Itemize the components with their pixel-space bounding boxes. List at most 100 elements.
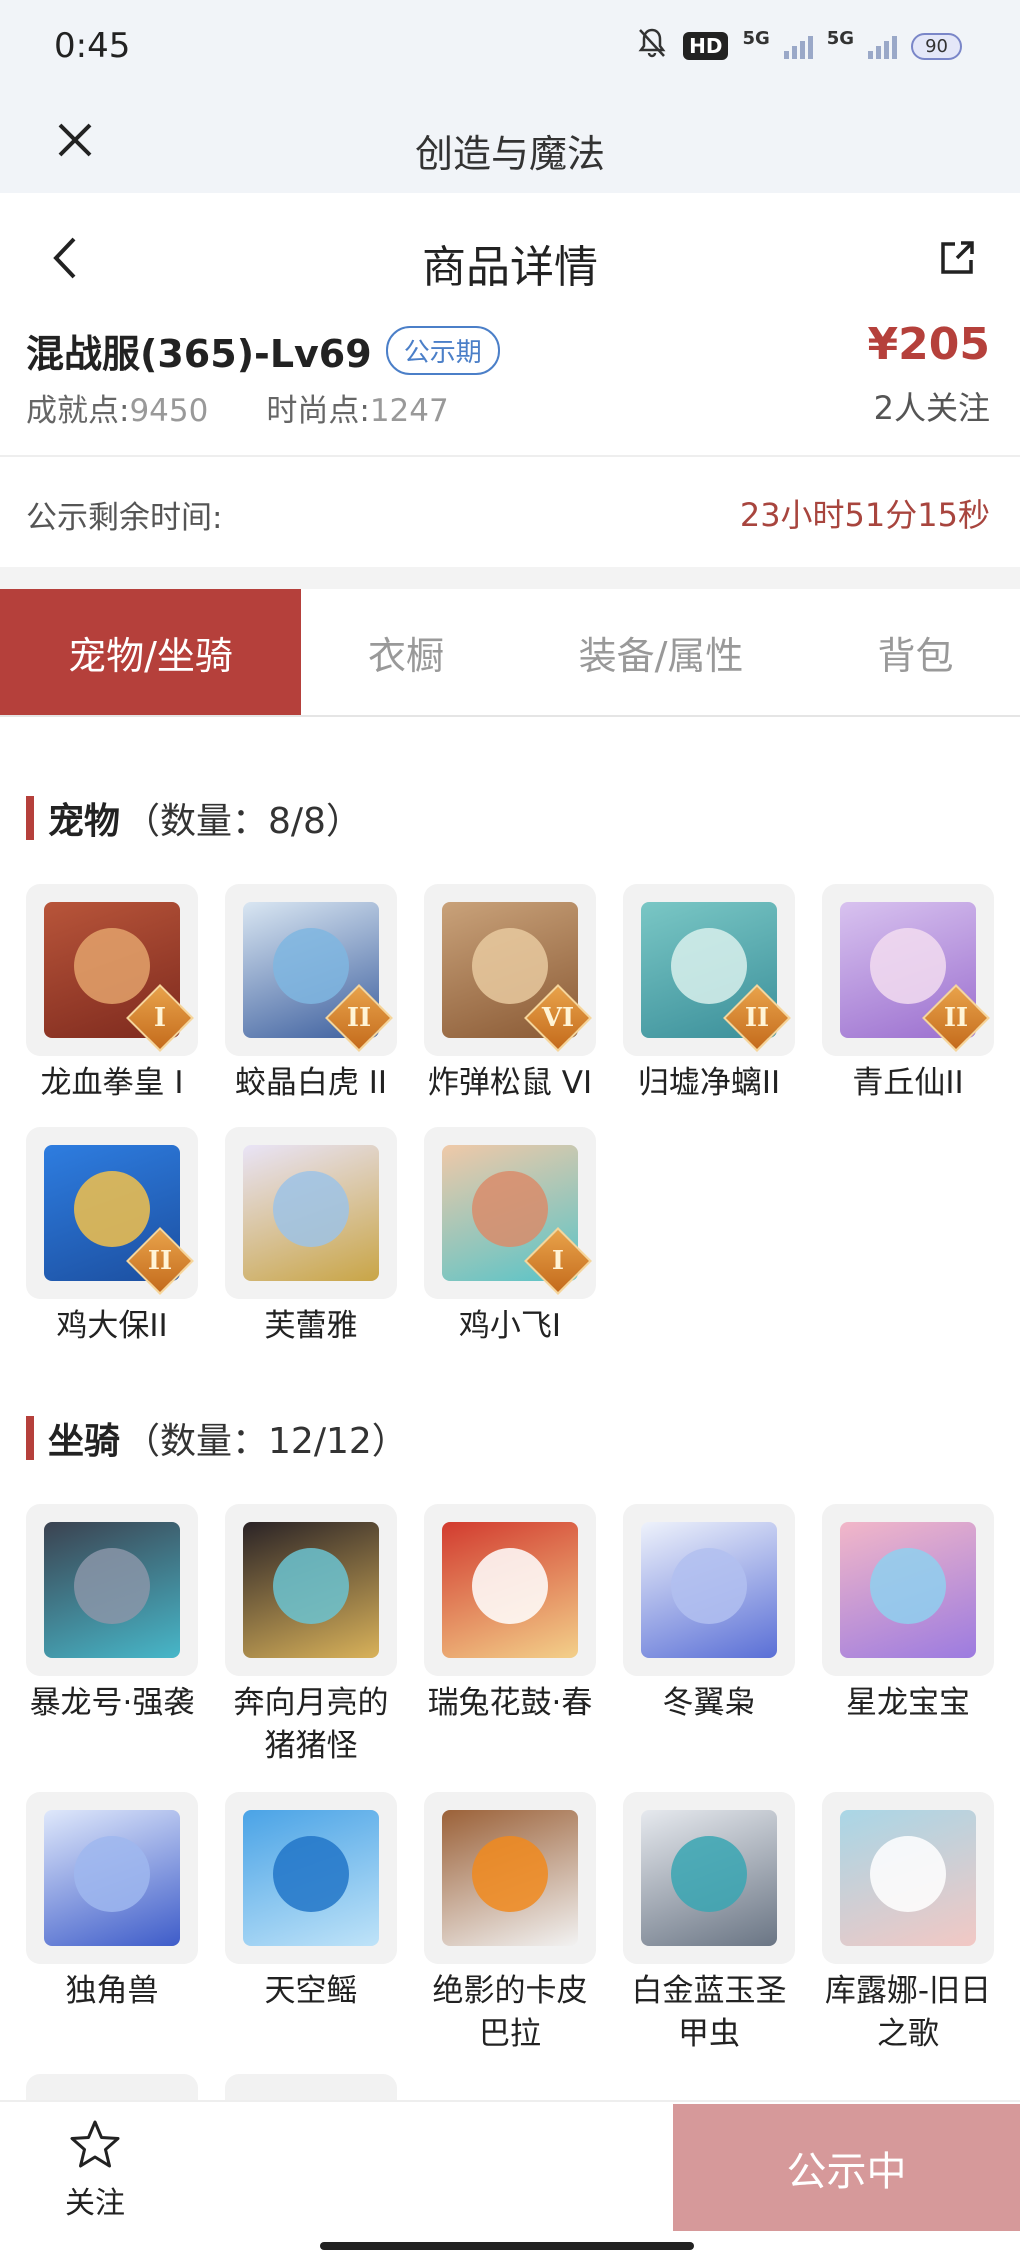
mount-item[interactable]: 暴龙号·强袭: [26, 1504, 198, 1768]
pet-item[interactable]: II 青丘仙II: [822, 884, 994, 1105]
mount-item[interactable]: 白金蓝玉圣甲虫: [623, 1792, 795, 2056]
tab-equipment[interactable]: 装备/属性: [511, 589, 811, 715]
signal-bars-icon-2: [868, 33, 898, 59]
mount-item[interactable]: 绝影的卡皮巴拉: [424, 1792, 596, 2056]
item-thumbnail[interactable]: [424, 1504, 596, 1676]
item-label: 星龙宝宝: [846, 1685, 970, 1721]
pig-avatar: [243, 1522, 379, 1658]
tab-wardrobe[interactable]: 衣橱: [301, 589, 511, 715]
network-label-1: 5G: [742, 27, 770, 49]
share-button[interactable]: [932, 233, 982, 283]
share-icon: [941, 241, 974, 274]
achievement-value: 9450: [129, 393, 209, 429]
rank-numeral: II: [744, 1003, 770, 1033]
item-thumbnail[interactable]: VI: [424, 884, 596, 1056]
sky-ray-avatar: [243, 1810, 379, 1946]
freya-avatar: [243, 1145, 379, 1281]
rabbit-drum-avatar: [442, 1522, 578, 1658]
mecha-dragon-avatar: [44, 1522, 180, 1658]
mounts-count: （数量：12/12）: [124, 1421, 408, 1462]
item-thumbnail[interactable]: [623, 1792, 795, 1964]
item-label: 蛟晶白虎 II: [234, 1065, 388, 1101]
item-thumbnail[interactable]: [26, 1504, 198, 1676]
pet-item[interactable]: I 鸡小飞I: [424, 1127, 596, 1348]
item-label: 炸弹松鼠 VI: [427, 1065, 593, 1101]
product-info: 混战服(365)-Lv69 公示期 成就点:9450 时尚点:1247 ¥205…: [0, 319, 1020, 455]
rank-numeral: I: [153, 1003, 167, 1033]
mount-item[interactable]: 奔向月亮的猪猪怪: [225, 1504, 397, 1768]
page-header: 商品详情: [0, 193, 1020, 323]
fashion-label: 时尚点:: [266, 393, 370, 429]
mount-item[interactable]: 库露娜-旧日之歌: [822, 1792, 994, 2056]
mount-item[interactable]: 独角兽: [26, 1792, 198, 2056]
item-label: 青丘仙II: [852, 1065, 964, 1101]
price: ¥205: [867, 319, 990, 370]
item-label: 芙蕾雅: [264, 1308, 358, 1344]
item-thumbnail[interactable]: [424, 1792, 596, 1964]
pets-section-title: 宠物 （数量：8/8）: [26, 792, 362, 844]
mount-item[interactable]: 天空鳐: [225, 1792, 397, 2056]
clock: 0:45: [54, 26, 131, 66]
mount-thumb-partial[interactable]: [225, 2074, 397, 2100]
timer-row: 公示剩余时间: 23小时51分15秒: [0, 457, 1020, 567]
signal-bars-icon: [783, 33, 813, 59]
status-button[interactable]: 公示中: [673, 2104, 1020, 2231]
pet-item[interactable]: II 归墟净螭II: [623, 884, 795, 1105]
section-marker: [26, 1416, 34, 1460]
mount-thumb-partial[interactable]: [26, 2074, 198, 2100]
rank-numeral: II: [943, 1003, 969, 1033]
mount-item[interactable]: 瑞兔花鼓·春: [424, 1504, 596, 1768]
item-thumbnail[interactable]: II: [26, 1127, 198, 1299]
item-thumbnail[interactable]: II: [623, 884, 795, 1056]
item-thumbnail[interactable]: [225, 1504, 397, 1676]
item-thumbnail[interactable]: [822, 1792, 994, 1964]
item-label: 绝影的卡皮巴拉: [432, 1973, 588, 2052]
pet-item[interactable]: VI 炸弹松鼠 VI: [424, 884, 596, 1105]
item-thumbnail[interactable]: [225, 1127, 397, 1299]
item-thumbnail[interactable]: I: [424, 1127, 596, 1299]
item-label: 库露娜-旧日之歌: [824, 1973, 992, 2052]
follow-button[interactable]: 关注: [40, 2118, 150, 2238]
pet-item[interactable]: I 龙血拳皇 I: [26, 884, 198, 1105]
home-indicator[interactable]: [320, 2242, 694, 2250]
item-thumbnail[interactable]: [623, 1504, 795, 1676]
item-thumbnail[interactable]: II: [225, 884, 397, 1056]
pets-count: （数量：8/8）: [124, 801, 362, 842]
capybara-avatar: [442, 1810, 578, 1946]
mounts-title: 坐骑: [48, 1421, 121, 1462]
follow-label: 关注: [65, 2186, 125, 2221]
beetle-avatar: [641, 1810, 777, 1946]
pet-item[interactable]: II 鸡大保II: [26, 1127, 198, 1348]
mount-item[interactable]: 冬翼枭: [623, 1504, 795, 1768]
item-label: 龙血拳皇 I: [40, 1065, 184, 1101]
item-thumbnail[interactable]: I: [26, 884, 198, 1056]
rank-numeral: II: [346, 1003, 372, 1033]
item-label: 暴龙号·强袭: [29, 1685, 195, 1721]
achievement-label: 成就点:: [26, 393, 130, 429]
mount-item[interactable]: 星龙宝宝: [822, 1504, 994, 1768]
item-thumbnail[interactable]: [822, 1504, 994, 1676]
item-thumbnail[interactable]: II: [822, 884, 994, 1056]
product-name-row: 混战服(365)-Lv69 公示期: [26, 323, 500, 378]
star-icon: [70, 2120, 120, 2168]
status-badge: 公示期: [385, 326, 500, 375]
pet-item[interactable]: II 蛟晶白虎 II: [225, 884, 397, 1105]
page-title: 商品详情: [422, 242, 598, 293]
mute-bell-icon: [635, 26, 669, 66]
rank-numeral: VI: [541, 1003, 575, 1033]
sheep-girl-avatar: [840, 1810, 976, 1946]
fashion-stat: 时尚点:1247: [266, 385, 448, 430]
mounts-grid: 暴龙号·强袭 奔向月亮的猪猪怪 瑞兔花鼓·春 冬翼枭 星龙宝宝独角兽 天空鳐 绝影的卡皮巴拉…: [26, 1504, 994, 2056]
pet-item[interactable]: 芙蕾雅: [225, 1127, 397, 1348]
tab-pets-mounts[interactable]: 宠物/坐骑: [0, 589, 301, 715]
pets-title: 宠物: [48, 801, 121, 842]
item-thumbnail[interactable]: [225, 1792, 397, 1964]
hd-icon: HD: [683, 32, 729, 60]
tab-backpack[interactable]: 背包: [811, 589, 1020, 715]
item-label: 奔向月亮的猪猪怪: [233, 1685, 389, 1764]
item-label: 鸡小飞I: [458, 1308, 562, 1344]
tab-bar: 宠物/坐骑 衣橱 装备/属性 背包: [0, 589, 1020, 717]
item-thumbnail[interactable]: [26, 1792, 198, 1964]
item-label: 独角兽: [65, 1973, 159, 2009]
section-gap: [0, 567, 1020, 589]
